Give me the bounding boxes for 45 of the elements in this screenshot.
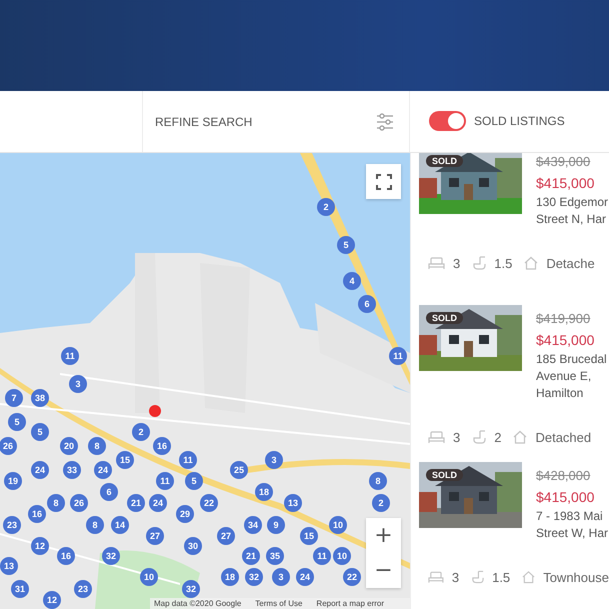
original-price: $439,000	[536, 153, 592, 171]
zoom-out-button[interactable]: −	[366, 553, 401, 588]
sold-price: $415,000	[536, 488, 596, 507]
bathtub-icon	[472, 430, 486, 444]
sold-badge: SOLD	[426, 469, 464, 481]
bathroom-count: 1.5	[492, 570, 510, 584]
bed-icon	[428, 430, 445, 444]
house-icon	[513, 430, 528, 444]
fullscreen-button[interactable]	[366, 164, 401, 199]
address-line[interactable]: Hamilton	[536, 385, 607, 402]
address-line[interactable]: 130 Edgemor	[536, 194, 608, 211]
toggle-label: SOLD LISTINGS	[474, 114, 565, 128]
sold-listings-toggle[interactable]	[429, 110, 466, 130]
address-line[interactable]: Street W, Har	[536, 525, 608, 542]
bathroom-count: 1.5	[494, 256, 512, 270]
map-data-text: Map data ©2020 Google	[154, 599, 242, 608]
property-type: Detache	[546, 256, 595, 270]
address-line[interactable]: 7 - 1983 Mai	[536, 508, 608, 525]
original-price: $428,000	[536, 467, 592, 485]
bedroom-count: 3	[453, 256, 460, 270]
address-line[interactable]: Street N, Har	[536, 211, 608, 228]
bed-icon	[428, 570, 444, 584]
sold-badge: SOLD	[426, 155, 464, 167]
bed-icon	[428, 256, 445, 270]
sold-price: $415,000	[536, 331, 596, 350]
zoom-in-button[interactable]: +	[366, 518, 401, 553]
refine-search-button[interactable]: REFINE SEARCH	[155, 114, 252, 128]
address-line[interactable]: Avenue E,	[536, 368, 607, 385]
original-price: $419,900	[536, 310, 592, 328]
filter-sliders-icon[interactable]	[376, 112, 394, 130]
attribution-link[interactable]: Terms of Use	[255, 599, 302, 608]
sold-badge: SOLD	[426, 312, 464, 324]
property-type: Townhouse	[543, 570, 609, 584]
house-icon	[522, 570, 536, 584]
bedroom-count: 3	[452, 570, 460, 584]
house-icon	[524, 256, 538, 270]
fullscreen-icon	[376, 174, 392, 190]
bathtub-icon	[471, 570, 484, 584]
sold-price: $415,000	[536, 174, 596, 193]
bathtub-icon	[472, 256, 486, 270]
attribution-link[interactable]: Report a map error	[316, 599, 384, 608]
bedroom-count: 3	[453, 430, 460, 444]
property-type: Detached	[535, 430, 592, 444]
bathroom-count: 2	[494, 430, 502, 444]
address-line[interactable]: 185 Brucedal	[536, 351, 607, 368]
